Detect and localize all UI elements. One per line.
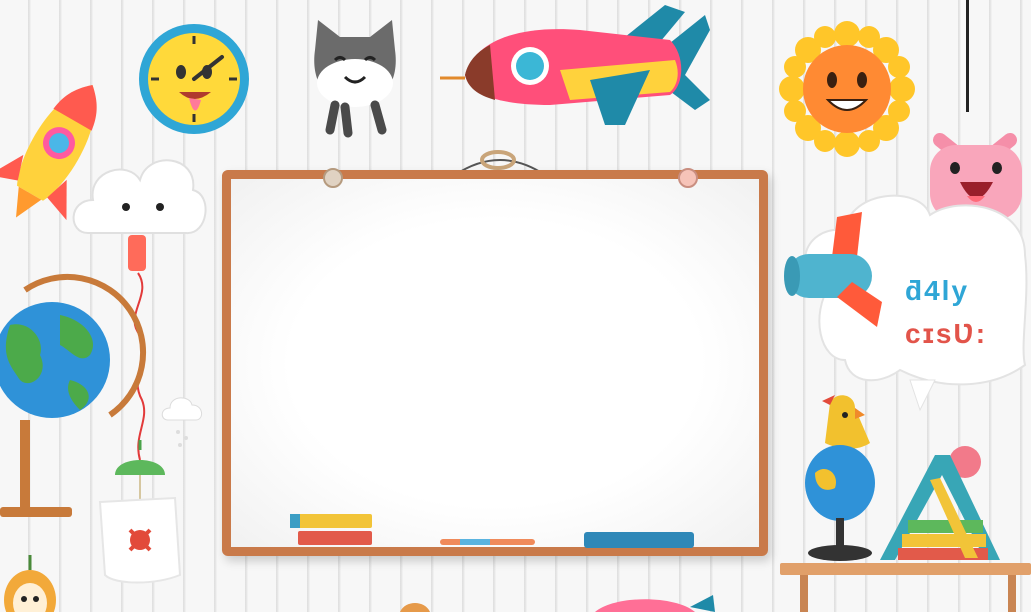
airplane-icon <box>784 212 882 327</box>
hanging-lamp-icon <box>98 440 182 584</box>
marker-icon <box>440 539 535 545</box>
cloud-icon <box>72 159 207 235</box>
board-hook-left <box>323 168 343 188</box>
hanging-string <box>966 0 969 112</box>
cat-icon <box>314 20 396 138</box>
sun-icon <box>779 21 915 157</box>
eraser-icon <box>584 532 694 548</box>
book-tent-icon <box>880 446 1000 560</box>
scene: ƌ4ly cɪsƲ: <box>0 0 1031 612</box>
cloud-letters-line1: ƌ4ly <box>905 275 970 306</box>
book-stack-icon <box>290 514 372 545</box>
bottom-object-icon <box>400 603 430 612</box>
shelf <box>780 563 1031 612</box>
owl-icon <box>4 555 56 612</box>
board-hook-right <box>678 168 698 188</box>
clock-icon <box>139 24 249 134</box>
cloud-letters-line2: cɪsƲ: <box>905 318 988 349</box>
whiteboard <box>222 170 768 556</box>
airplane-icon <box>440 5 710 125</box>
bottom-airplane-icon <box>595 595 715 612</box>
